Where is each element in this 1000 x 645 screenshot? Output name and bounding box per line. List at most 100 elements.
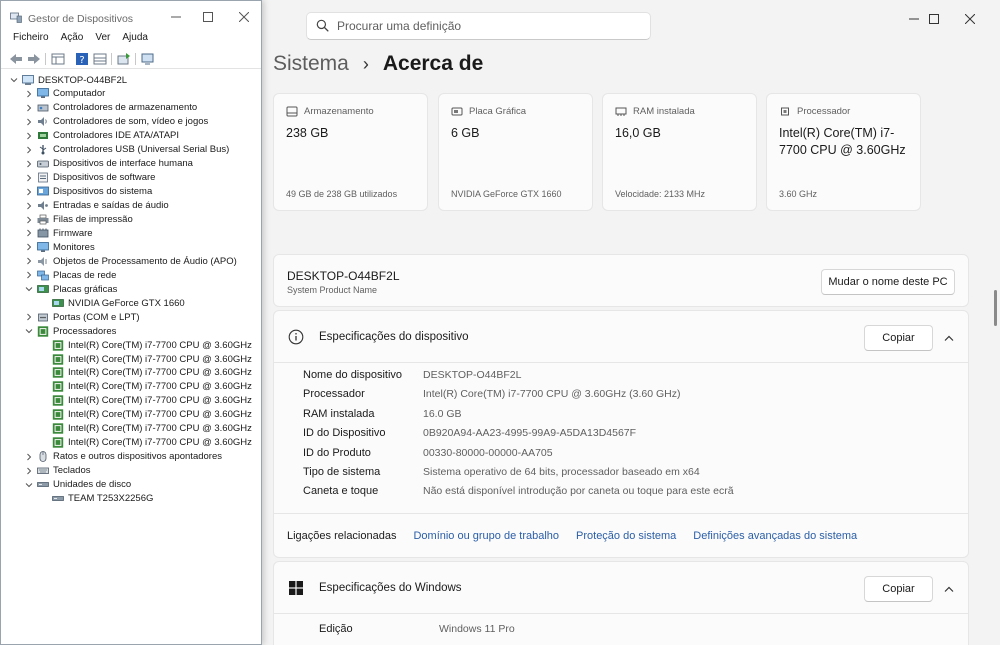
tree-node[interactable]: Intel(R) Core(TM) i7-7700 CPU @ 3.60GHz [39,380,252,394]
maximize-icon[interactable] [201,10,215,24]
chevron-right-icon[interactable] [24,159,34,169]
search-box[interactable] [306,12,651,40]
chevron-up-icon[interactable] [941,581,957,597]
tree-node[interactable]: Placas de rede [24,268,116,282]
link-system-protection[interactable]: Proteção do sistema [576,530,676,542]
action-grid-icon[interactable] [93,52,107,66]
tree-node[interactable]: Teclados [24,464,91,478]
scan-hardware-icon[interactable] [141,52,155,66]
tree-node[interactable]: DESKTOP-O44BF2L [9,73,127,87]
tree-node[interactable]: NVIDIA GeForce GTX 1660 [39,296,185,310]
spec-key: RAM instalada [303,407,375,420]
tree-node[interactable]: Controladores IDE ATA/ATAPI [24,129,179,143]
device-specs-header[interactable]: Especificações do dispositivo Copiar [274,311,968,363]
chevron-right-icon[interactable] [24,228,34,238]
menu-help[interactable]: Ajuda [122,32,148,48]
chevron-right-icon[interactable] [24,173,34,183]
tree-node[interactable]: Intel(R) Core(TM) i7-7700 CPU @ 3.60GHz [39,436,252,450]
chevron-right-icon[interactable] [24,131,34,141]
gpu-card[interactable]: Placa Gráfica 6 GB NVIDIA GeForce GTX 16… [438,93,593,211]
spec-key: Caneta e toque [303,485,379,498]
chevron-right-icon[interactable] [24,89,34,99]
tree-node-label: Controladores IDE ATA/ATAPI [53,130,180,142]
help-icon[interactable]: ? [75,52,89,66]
tree-node[interactable]: Controladores de som, vídeo e jogos [24,115,208,129]
chevron-down-icon[interactable] [24,326,34,336]
scrollbar-thumb[interactable] [994,290,997,326]
tree-node[interactable]: Dispositivos de software [24,171,155,185]
ram-icon [615,107,627,116]
tree-node[interactable]: Intel(R) Core(TM) i7-7700 CPU @ 3.60GHz [39,366,252,380]
tree-node[interactable]: Entradas e saídas de áudio [24,199,169,213]
tree-node[interactable]: Controladores de armazenamento [24,101,197,115]
tree-node[interactable]: Dispositivos do sistema [24,185,152,199]
chevron-down-icon[interactable] [24,284,34,294]
link-advanced-system-settings[interactable]: Definições avançadas do sistema [693,530,857,542]
tree-node[interactable]: Objetos de Processamento de Áudio (APO) [24,254,237,268]
storage-card[interactable]: Armazenamento 238 GB 49 GB de 238 GB uti… [273,93,428,211]
chevron-right-icon[interactable] [24,145,34,155]
chevron-right-icon[interactable] [24,256,34,266]
chevron-down-icon[interactable] [24,480,34,490]
storage-icon [286,106,298,117]
processor-card[interactable]: Processador Intel(R) Core(TM) i7-7700 CP… [766,93,921,211]
chevron-right-icon[interactable] [24,103,34,113]
chevron-up-icon[interactable] [941,330,957,346]
tree-node[interactable]: Unidades de disco [24,478,131,492]
breadcrumb-parent[interactable]: Sistema [273,52,349,76]
tree-node[interactable]: Dispositivos de interface humana [24,157,193,171]
tree-node[interactable]: Intel(R) Core(TM) i7-7700 CPU @ 3.60GHz [39,352,252,366]
menu-bar: Ficheiro Ação Ver Ajuda [1,32,261,48]
properties-grid-icon[interactable] [51,52,65,66]
storage-controller-icon [37,102,49,113]
copy-windows-specs-button[interactable]: Copiar [864,576,933,602]
chevron-down-icon[interactable] [9,75,19,85]
tree-node[interactable]: Processadores [24,324,116,338]
tree-node[interactable]: Computador [24,87,105,101]
tree-node[interactable]: Intel(R) Core(TM) i7-7700 CPU @ 3.60GHz [39,394,252,408]
chevron-right-icon[interactable] [24,201,34,211]
display-adapter-icon [52,298,64,309]
link-domain-workgroup[interactable]: Domínio ou grupo de trabalho [413,530,559,542]
menu-file[interactable]: Ficheiro [13,32,49,48]
chevron-right-icon[interactable] [24,242,34,252]
spec-value: Sistema operativo de 64 bits, processado… [423,466,700,478]
forward-arrow-icon[interactable] [27,52,41,66]
chevron-right-icon[interactable] [24,312,34,322]
chevron-right-icon[interactable] [24,117,34,127]
chevron-right-icon[interactable] [24,466,34,476]
rename-pc-button[interactable]: Mudar o nome deste PC [821,269,955,295]
windows-logo-icon [289,581,303,595]
tree-node[interactable]: Intel(R) Core(TM) i7-7700 CPU @ 3.60GHz [39,422,252,436]
chevron-right-icon[interactable] [24,452,34,462]
tree-node[interactable]: Intel(R) Core(TM) i7-7700 CPU @ 3.60GHz [39,338,252,352]
tree-node[interactable]: Placas gráficas [24,282,117,296]
tree-node[interactable]: Controladores USB (Universal Serial Bus) [24,143,229,157]
windows-specs-header[interactable]: Especificações do Windows Copiar [274,562,968,614]
chevron-right-icon[interactable] [24,187,34,197]
info-icon [288,329,304,345]
tree-node[interactable]: Filas de impressão [24,213,133,227]
search-input[interactable] [337,13,637,39]
chevron-right-icon[interactable] [24,270,34,280]
tree-node[interactable]: Portas (COM e LPT) [24,310,140,324]
back-arrow-icon[interactable] [9,52,23,66]
close-button[interactable] [950,0,990,38]
tree-scrollbar[interactable] [255,71,261,631]
spec-row: Tipo de sistema Sistema operativo de 64 b… [303,466,863,485]
tree-node[interactable]: Ratos e outros dispositivos apontadores [24,450,222,464]
tree-node[interactable]: Intel(R) Core(TM) i7-7700 CPU @ 3.60GHz [39,408,252,422]
device-manager-titlebar[interactable]: Gestor de Dispositivos [1,1,261,33]
menu-action[interactable]: Ação [61,32,84,48]
tree-node[interactable]: TEAM T253X2256G [39,492,153,506]
minimize-icon[interactable] [169,10,183,24]
maximize-button[interactable] [914,0,954,38]
update-driver-icon[interactable] [117,52,131,66]
copy-device-specs-button[interactable]: Copiar [864,325,933,351]
close-icon[interactable] [237,10,251,24]
tree-node[interactable]: Monitores [24,240,95,254]
ram-card[interactable]: RAM instalada 16,0 GB Velocidade: 2133 M… [602,93,757,211]
menu-view[interactable]: Ver [95,32,110,48]
tree-node[interactable]: Firmware [24,226,93,240]
chevron-right-icon[interactable] [24,215,34,225]
